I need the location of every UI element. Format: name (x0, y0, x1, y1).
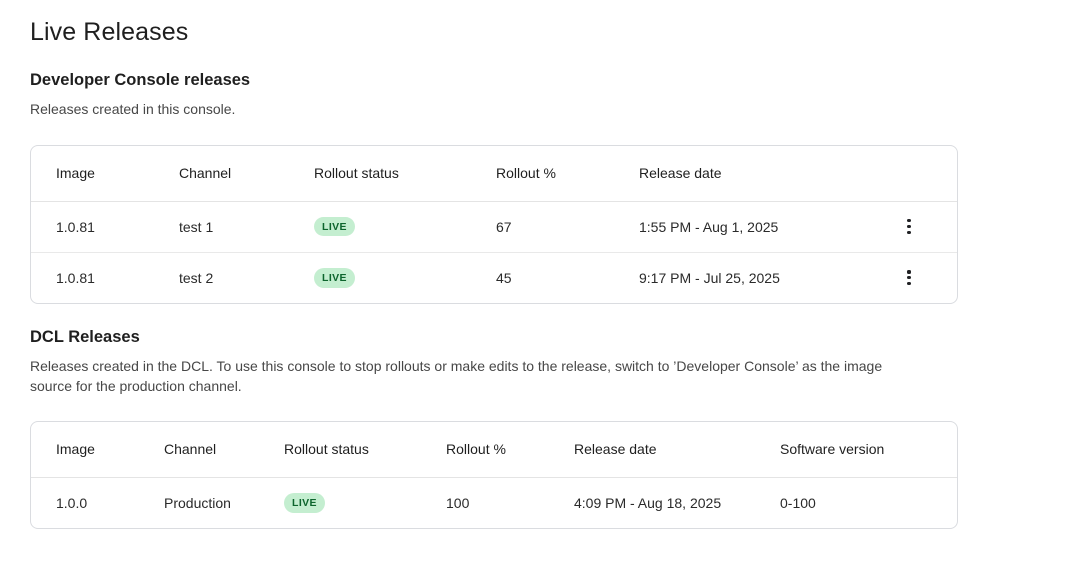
status-badge: LIVE (284, 493, 325, 513)
image-cell: 1.0.81 (31, 252, 179, 303)
release-date-cell: 9:17 PM - Jul 25, 2025 (639, 252, 889, 303)
column-header-software-version: Software version (780, 422, 958, 477)
column-header-actions (889, 146, 958, 201)
release-date-cell: 1:55 PM - Aug 1, 2025 (639, 201, 889, 252)
channel-cell: Production (164, 477, 284, 528)
image-cell: 1.0.81 (31, 201, 179, 252)
main-content: Live Releases Developer Console releases… (0, 18, 1076, 529)
column-header-channel: Channel (179, 146, 314, 201)
column-header-release-date: Release date (574, 422, 780, 477)
image-cell: 1.0.0 (31, 477, 164, 528)
column-header-rollout-percent: Rollout % (496, 146, 639, 201)
status-badge: LIVE (314, 268, 355, 288)
table-header-row: Image Channel Rollout status Rollout % R… (31, 146, 958, 201)
table-header-row: Image Channel Rollout status Rollout % R… (31, 422, 958, 477)
dev-console-section-description: Releases created in this console. (30, 99, 925, 119)
dcl-releases-table: Image Channel Rollout status Rollout % R… (30, 421, 958, 529)
release-date-cell: 4:09 PM - Aug 18, 2025 (574, 477, 780, 528)
rollout-percent-cell: 45 (496, 252, 639, 303)
channel-cell: test 2 (179, 252, 314, 303)
software-version-cell: 0-100 (780, 477, 958, 528)
kebab-menu-icon[interactable] (897, 215, 921, 239)
column-header-image: Image (31, 422, 164, 477)
table-row: 1.0.0 Production LIVE 100 4:09 PM - Aug … (31, 477, 958, 528)
rollout-percent-cell: 67 (496, 201, 639, 252)
status-badge: LIVE (314, 217, 355, 237)
column-header-image: Image (31, 146, 179, 201)
rollout-status-cell: LIVE (314, 201, 496, 252)
column-header-rollout-status: Rollout status (284, 422, 446, 477)
row-actions-cell (889, 201, 958, 252)
row-actions-cell (889, 252, 958, 303)
page-title: Live Releases (30, 18, 1046, 47)
dev-console-releases-table: Image Channel Rollout status Rollout % R… (30, 145, 958, 304)
rollout-percent-cell: 100 (446, 477, 574, 528)
table-row: 1.0.81 test 1 LIVE 67 1:55 PM - Aug 1, 2… (31, 201, 958, 252)
kebab-menu-icon[interactable] (897, 266, 921, 290)
column-header-release-date: Release date (639, 146, 889, 201)
column-header-rollout-status: Rollout status (314, 146, 496, 201)
dcl-section-heading: DCL Releases (30, 328, 1046, 347)
column-header-rollout-percent: Rollout % (446, 422, 574, 477)
rollout-status-cell: LIVE (284, 477, 446, 528)
dev-console-section-heading: Developer Console releases (30, 71, 1046, 90)
table-row: 1.0.81 test 2 LIVE 45 9:17 PM - Jul 25, … (31, 252, 958, 303)
channel-cell: test 1 (179, 201, 314, 252)
rollout-status-cell: LIVE (314, 252, 496, 303)
dcl-section-description: Releases created in the DCL. To use this… (30, 356, 925, 396)
column-header-channel: Channel (164, 422, 284, 477)
